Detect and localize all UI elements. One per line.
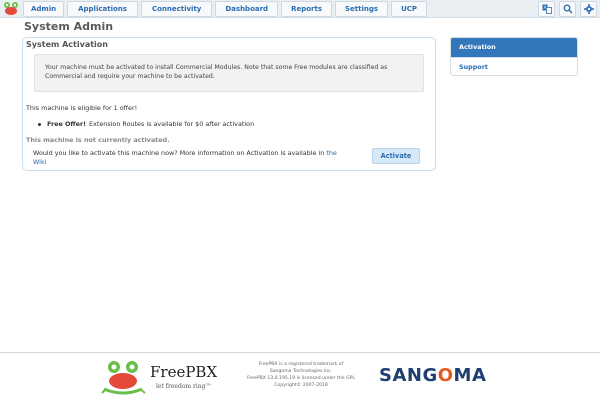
footer: FreePBX let freedom ring™ FreePBX is a r…: [0, 352, 600, 400]
freepbx-frog-icon[interactable]: [2, 1, 20, 17]
freepbx-frog-icon: [101, 361, 146, 395]
legal-line: FreePBX 13.0.195.19 is licensed under th…: [247, 376, 355, 381]
gear-icon[interactable]: [580, 1, 597, 17]
main-nav: Admin Applications Connectivity Dashboar…: [23, 1, 428, 17]
translate-icon[interactable]: A: [538, 1, 555, 17]
nav-dashboard[interactable]: Dashboard: [215, 1, 279, 17]
notice-line-2: Commercial and require your machine to b…: [45, 73, 215, 80]
offer-label: Free Offer!: [47, 120, 87, 128]
activation-status: This machine is not currently activated.: [26, 136, 170, 144]
legal-line: Copyright© 2007-2018: [274, 383, 328, 388]
wiki-link[interactable]: Wiki: [33, 158, 46, 166]
nav-connectivity[interactable]: Connectivity: [140, 1, 213, 17]
top-navbar: Admin Applications Connectivity Dashboar…: [0, 0, 600, 18]
nav-settings[interactable]: Settings: [335, 1, 389, 17]
bullet-icon: [38, 122, 41, 126]
page-title: System Admin: [24, 20, 114, 33]
sangoma-text-right: MA: [453, 365, 487, 386]
activation-notice: Your machine must be activated to instal…: [34, 54, 424, 92]
legal-text: FreePBX is a registered trademark of San…: [236, 361, 366, 389]
sangoma-text-left: SANG: [379, 365, 438, 386]
offer-item: Free Offer! Extension Routes is availabl…: [38, 120, 254, 128]
notice-line-1: Your machine must be activated to instal…: [45, 64, 388, 71]
nav-admin[interactable]: Admin: [23, 1, 65, 17]
freepbx-wordmark: FreePBX: [150, 363, 218, 381]
offer-text: Extension Routes is available for $0 aft…: [89, 120, 255, 128]
nav-ucp[interactable]: UCP: [391, 1, 428, 17]
legal-line: FreePBX is a registered trademark of: [258, 362, 344, 367]
legal-line: Sangoma Technologies Inc.: [269, 369, 333, 374]
nav-applications[interactable]: Applications: [67, 1, 138, 17]
side-menu: Activation Support: [450, 37, 578, 76]
panel-title: System Activation: [26, 40, 108, 49]
svg-text:A: A: [543, 5, 546, 10]
nav-reports[interactable]: Reports: [281, 1, 333, 17]
sangoma-o: O: [437, 365, 454, 386]
freepbx-logo: FreePBX let freedom ring™: [100, 359, 250, 395]
sangoma-logo: SANGOMA: [379, 365, 486, 386]
side-item-support[interactable]: Support: [451, 57, 577, 75]
activation-question: Would you like to activate this machine …: [33, 149, 353, 167]
eligibility-text: This machine is eligible for 1 offer!: [26, 104, 138, 112]
toolbar-icons: A: [538, 1, 597, 17]
search-icon[interactable]: [559, 1, 576, 17]
freepbx-tagline: let freedom ring™: [156, 383, 212, 390]
system-activation-panel: System Activation Your machine must be a…: [22, 37, 436, 171]
wiki-link-the[interactable]: the: [326, 149, 337, 157]
activate-button[interactable]: Activate: [372, 148, 420, 164]
side-item-activation[interactable]: Activation: [451, 38, 577, 57]
question-text: Would you like to activate this machine …: [33, 149, 325, 157]
